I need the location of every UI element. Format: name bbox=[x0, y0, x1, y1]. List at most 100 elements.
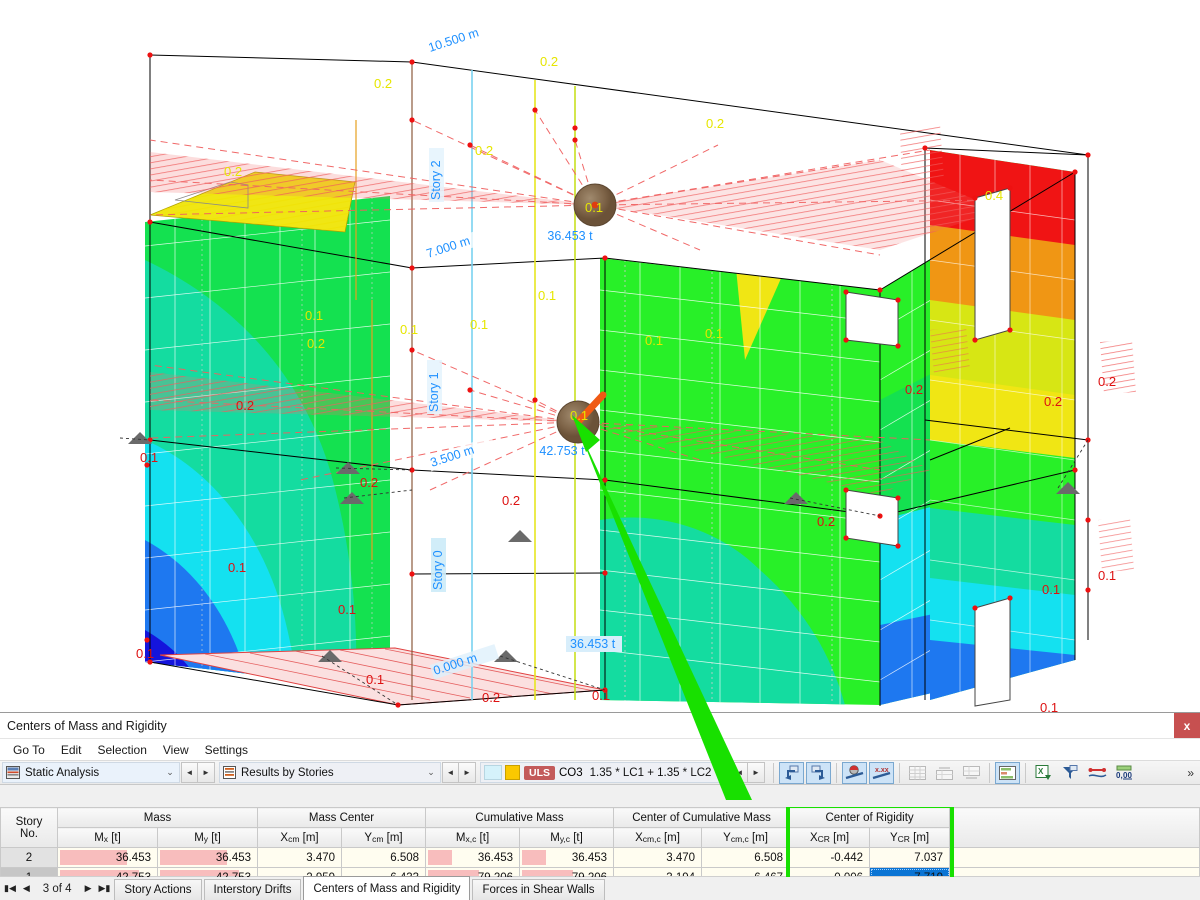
svg-text:0.2: 0.2 bbox=[1044, 394, 1062, 409]
svg-text:42.753 t: 42.753 t bbox=[539, 444, 585, 458]
col-group-cumulative-mass: Cumulative Mass bbox=[426, 808, 614, 828]
analysis-next-button[interactable]: ► bbox=[198, 762, 215, 783]
menu-bar: Go To Edit Selection View Settings bbox=[0, 739, 1200, 760]
svg-text:0.1: 0.1 bbox=[570, 408, 588, 423]
svg-text:0.2: 0.2 bbox=[236, 398, 254, 413]
table-body[interactable]: 236.45336.4533.4706.50836.45336.4533.470… bbox=[1, 848, 1200, 878]
menu-item-go-to[interactable]: Go To bbox=[5, 741, 53, 759]
show-values-button[interactable] bbox=[842, 762, 867, 784]
svg-text:0.1: 0.1 bbox=[1040, 700, 1058, 712]
pager-last-button[interactable]: ▶▮ bbox=[99, 883, 111, 894]
model-canvas[interactable]: 10.500 m 7.000 m 3.500 m 0.000 m bbox=[0, 0, 1200, 712]
story-labels: Story 2 Story 1 Story 0 bbox=[427, 148, 446, 592]
redo-view-button[interactable] bbox=[806, 762, 831, 784]
analysis-type-combo[interactable]: Static Analysis ⌄ bbox=[2, 762, 180, 783]
cell-xcmc[interactable]: 3.470 bbox=[614, 848, 702, 868]
menu-item-view[interactable]: View bbox=[155, 741, 197, 759]
col-ycm: Ycm [m] bbox=[342, 828, 426, 848]
table-full-button[interactable] bbox=[905, 762, 930, 784]
toolbar-separator bbox=[989, 763, 990, 783]
load-combo-code: CO3 bbox=[559, 767, 583, 779]
tab-forces-in-shear-walls[interactable]: Forces in Shear Walls bbox=[472, 879, 604, 900]
load-combo-value: 1.35 * LC1 + 1.35 * LC2 + ... bbox=[590, 767, 713, 779]
svg-text:0.2: 0.2 bbox=[482, 690, 500, 705]
results-table-container[interactable]: Story No. Mass Mass Center Cumulative Ma… bbox=[0, 807, 1200, 877]
col-ycmc: Ycm,c [m] bbox=[702, 828, 790, 848]
cell-xcm[interactable]: 3.470 bbox=[258, 848, 342, 868]
tab-interstory-drifts[interactable]: Interstory Drifts bbox=[204, 879, 302, 900]
col-story-label: Story bbox=[1, 816, 57, 828]
table-row[interactable]: 236.45336.4533.4706.50836.45336.4533.470… bbox=[1, 848, 1200, 868]
filter-button[interactable] bbox=[1058, 762, 1083, 784]
table-footer-button[interactable] bbox=[959, 762, 984, 784]
analysis-prev-button[interactable]: ◄ bbox=[181, 762, 198, 783]
wall-contour-left bbox=[140, 190, 400, 700]
toolbar-separator bbox=[773, 763, 774, 783]
cell-ycmc[interactable]: 6.508 bbox=[702, 848, 790, 868]
undo-view-button[interactable] bbox=[779, 762, 804, 784]
uls-badge: ULS bbox=[524, 766, 555, 780]
cell-xcr[interactable]: -0.442 bbox=[790, 848, 870, 868]
cell-mx[interactable]: 36.453 bbox=[58, 848, 158, 868]
col-group-center-of-rigidity: Center of Rigidity bbox=[790, 808, 950, 828]
cell-myc[interactable]: 36.453 bbox=[520, 848, 614, 868]
pager-prev-button[interactable]: ◀ bbox=[23, 883, 30, 894]
sheet-pager[interactable]: ▮◀ ◀ 3 of 4 ▶ ▶▮ bbox=[0, 877, 114, 900]
value-bar bbox=[522, 850, 546, 865]
table-header-button[interactable] bbox=[932, 762, 957, 784]
cell-story-no[interactable]: 2 bbox=[1, 848, 58, 868]
cell-my[interactable]: 36.453 bbox=[158, 848, 258, 868]
close-icon[interactable]: x bbox=[1174, 713, 1200, 738]
cell-ycr[interactable]: 7.037 bbox=[870, 848, 950, 868]
decimal-places-button[interactable]: x.xx bbox=[869, 762, 894, 784]
svg-text:0.1: 0.1 bbox=[140, 450, 158, 465]
svg-text:0.2: 0.2 bbox=[502, 493, 520, 508]
svg-text:Story 1: Story 1 bbox=[427, 372, 441, 412]
table-group-header-row: Story No. Mass Mass Center Cumulative Ma… bbox=[1, 808, 1200, 828]
svg-text:0.1: 0.1 bbox=[645, 333, 663, 348]
col-group-spacer bbox=[950, 808, 1200, 848]
svg-text:0.2: 0.2 bbox=[706, 116, 724, 131]
menu-item-selection[interactable]: Selection bbox=[90, 741, 155, 759]
cell-mxc[interactable]: 36.453 bbox=[426, 848, 520, 868]
svg-text:Story 2: Story 2 bbox=[429, 160, 443, 200]
load-combo-next-button[interactable]: ► bbox=[748, 762, 765, 783]
toolbar-overflow-button[interactable]: » bbox=[1183, 766, 1198, 780]
svg-text:0.1: 0.1 bbox=[136, 646, 154, 661]
results-next-button[interactable]: ► bbox=[459, 762, 476, 783]
load-combination-combo[interactable]: ULS CO3 1.35 * LC1 + 1.35 * LC2 + ... ⌄ bbox=[480, 762, 730, 783]
svg-text:Story 0: Story 0 bbox=[431, 550, 445, 590]
load-combo-prev-button[interactable]: ◄ bbox=[731, 762, 748, 783]
export-excel-button[interactable]: X bbox=[1031, 762, 1056, 784]
svg-text:3.500 m: 3.500 m bbox=[429, 443, 476, 470]
col-xcr: XCR [m] bbox=[790, 828, 870, 848]
pager-first-button[interactable]: ▮◀ bbox=[4, 883, 16, 894]
svg-text:0.1: 0.1 bbox=[470, 317, 488, 332]
tab-story-actions[interactable]: Story Actions bbox=[114, 879, 201, 900]
tab-centers-of-mass-and-rigidity[interactable]: Centers of Mass and Rigidity bbox=[303, 876, 470, 900]
chart-view-button[interactable] bbox=[995, 762, 1020, 784]
pager-next-button[interactable]: ▶ bbox=[85, 883, 92, 894]
col-xcmc: Xcm,c [m] bbox=[614, 828, 702, 848]
col-group-mass: Mass bbox=[58, 808, 258, 828]
load-combo-stepper[interactable]: ◄ ► bbox=[731, 762, 765, 783]
stories-list-icon bbox=[223, 766, 236, 779]
svg-text:0.2: 0.2 bbox=[475, 143, 493, 158]
decimals-000-button[interactable]: 0, 00 bbox=[1112, 762, 1137, 784]
cell-ycm[interactable]: 6.508 bbox=[342, 848, 426, 868]
chevron-down-icon[interactable]: ⌄ bbox=[163, 767, 177, 778]
chevron-down-icon[interactable]: ⌄ bbox=[713, 767, 727, 778]
svg-text:0.4: 0.4 bbox=[985, 188, 1003, 203]
results-prev-button[interactable]: ◄ bbox=[442, 762, 459, 783]
results-stepper[interactable]: ◄ ► bbox=[442, 762, 476, 783]
analysis-type-value: Static Analysis bbox=[25, 767, 163, 779]
menu-item-settings[interactable]: Settings bbox=[197, 741, 256, 759]
chevron-down-icon[interactable]: ⌄ bbox=[424, 767, 438, 778]
svg-text:36.453 t: 36.453 t bbox=[547, 229, 593, 243]
analysis-stepper[interactable]: ◄ ► bbox=[181, 762, 215, 783]
results-type-combo[interactable]: Results by Stories ⌄ bbox=[219, 762, 441, 783]
model-viewport-3d[interactable]: 10.500 m 7.000 m 3.500 m 0.000 m bbox=[0, 0, 1200, 712]
menu-item-edit[interactable]: Edit bbox=[53, 741, 90, 759]
diagram-button[interactable] bbox=[1085, 762, 1110, 784]
svg-text:0.2: 0.2 bbox=[374, 76, 392, 91]
